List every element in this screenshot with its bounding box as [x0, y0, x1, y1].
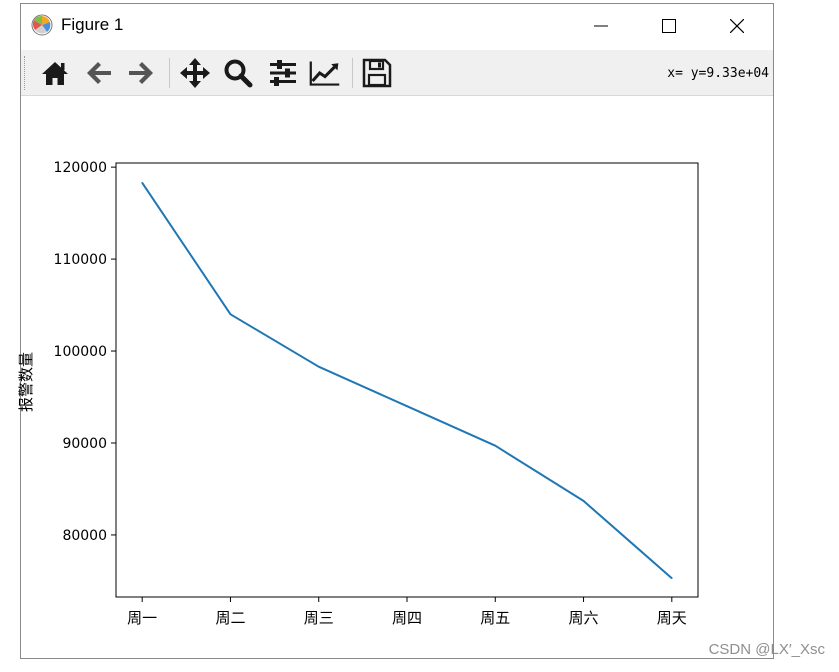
data-point — [671, 577, 673, 579]
data-point — [229, 313, 232, 316]
data-point — [317, 365, 320, 368]
y-tick-label: 80000 — [62, 528, 107, 544]
axes-frame — [115, 162, 699, 598]
data-point — [406, 405, 408, 408]
plot-canvas[interactable]: 80000 90000 100000 110000 120000 周一 周二 周三 周四 周五 周六… — [0, 0, 839, 672]
data-point — [141, 181, 143, 184]
data-point — [494, 444, 497, 447]
watermark: CSDN @LX′_Xsc — [708, 641, 825, 658]
y-axis-label: 报警数量 — [17, 352, 35, 412]
x-tick-label: 周一 — [127, 609, 157, 627]
y-tick-label: 120000 — [54, 160, 107, 176]
x-tick-label: 周三 — [304, 609, 334, 627]
data-point — [582, 500, 585, 502]
x-tick-label: 周五 — [480, 609, 510, 627]
x-tick-label: 周二 — [215, 609, 245, 627]
x-tick-label: 周四 — [392, 609, 422, 627]
y-tick-label: 90000 — [62, 436, 107, 452]
y-tick-label: 100000 — [54, 344, 107, 360]
x-tick-label: 周天 — [657, 609, 687, 627]
x-tick-label: 周六 — [569, 609, 599, 627]
y-tick-label: 110000 — [54, 252, 107, 268]
